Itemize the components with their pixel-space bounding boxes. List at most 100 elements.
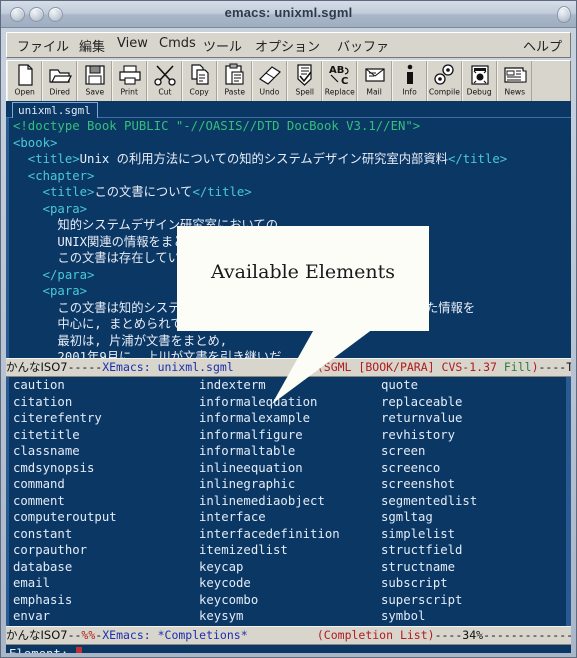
completion-item[interactable]: classname	[13, 443, 199, 460]
toolbar-label: Copy	[189, 88, 210, 97]
completion-row: email keycode subscript	[13, 575, 571, 592]
completion-item[interactable]: keycap	[199, 559, 381, 576]
toolbar-label: Mail	[366, 88, 383, 97]
completion-item[interactable]: keysym	[199, 608, 381, 625]
toolbar-label: Compile	[428, 88, 461, 97]
toolbar-button-undo[interactable]: Undo	[252, 61, 287, 102]
completion-item[interactable]: replaceable	[381, 394, 571, 411]
completion-row: caution indexterm quote	[13, 377, 571, 394]
completion-item[interactable]: inlinegraphic	[199, 476, 381, 493]
completion-item[interactable]: quote	[381, 377, 571, 394]
menu-item-view[interactable]: View	[117, 36, 148, 51]
modeline-dashes: --	[67, 628, 82, 642]
toolbar-button-open[interactable]: Open	[7, 61, 42, 102]
completion-item[interactable]: corpauthor	[13, 542, 199, 559]
completion-row: constant interfacedefinition simplelist	[13, 526, 571, 543]
completion-item[interactable]: returnvalue	[381, 410, 571, 427]
completion-item[interactable]: citerefentry	[13, 410, 199, 427]
completion-item[interactable]: itemizedlist	[199, 542, 381, 559]
source-line: <book>	[13, 135, 58, 150]
completion-item[interactable]: indexterm	[199, 377, 381, 394]
toolbar-button-news[interactable]: News	[497, 61, 532, 102]
toolbar-button-save[interactable]: Save	[77, 61, 112, 102]
completion-item[interactable]: link	[199, 625, 381, 627]
menu-item-edit[interactable]: 編集	[79, 36, 105, 55]
source-line: 最初は, 片浦が文書をまとめ,	[13, 333, 228, 348]
toolbar-button-compile[interactable]: Compile	[427, 61, 462, 102]
completion-item[interactable]: comment	[13, 493, 199, 510]
toolbar-button-paste[interactable]: Paste	[217, 61, 252, 102]
completions-scrollbar[interactable]	[566, 377, 571, 626]
completion-item[interactable]: informalexample	[199, 410, 381, 427]
completion-item[interactable]: simplelist	[381, 526, 571, 543]
completion-item[interactable]: cmdsynopsis	[13, 460, 199, 477]
completion-item[interactable]: structname	[381, 559, 571, 576]
completion-item[interactable]: segmentedlist	[381, 493, 571, 510]
completion-item[interactable]: inlineequation	[199, 460, 381, 477]
menu-item-buffers[interactable]: バッファ	[337, 36, 389, 55]
toolbar-button-info[interactable]: Info	[392, 61, 427, 102]
completion-item[interactable]: sgmltag	[381, 509, 571, 526]
completion-item[interactable]: interface	[199, 509, 381, 526]
completion-item[interactable]: computeroutput	[13, 509, 199, 526]
completion-item[interactable]: emphasis	[13, 592, 199, 609]
completions-left-fringe	[6, 377, 9, 626]
completion-item[interactable]: synopsis	[381, 625, 571, 627]
completion-item[interactable]: inlinemediaobject	[199, 493, 381, 510]
modeline-context: [BOOK/PARA]	[358, 360, 435, 374]
completion-item[interactable]: screen	[381, 443, 571, 460]
minibuffer[interactable]: Element:	[6, 645, 571, 653]
completion-item[interactable]: structfield	[381, 542, 571, 559]
menu-item-file[interactable]: ファイル	[17, 36, 69, 55]
source-line: <para>	[13, 201, 88, 216]
toolbar-button-dired[interactable]: Dired	[42, 61, 77, 102]
menu-item-help[interactable]: ヘルプ	[523, 36, 562, 55]
toolbar-button-replace[interactable]: AB C Replace	[322, 61, 357, 102]
menu-item-cmds[interactable]: Cmds	[159, 36, 196, 51]
completion-row: computeroutput interface sgmltag	[13, 509, 571, 526]
left-fringe	[6, 118, 9, 358]
copy-pages-icon	[187, 63, 213, 87]
printer-icon	[117, 63, 143, 87]
toolbar-button-spell[interactable]: Spell	[287, 61, 322, 102]
completion-item[interactable]: symbol	[381, 608, 571, 625]
completion-item[interactable]: informaltable	[199, 443, 381, 460]
completion-row: corpauthor itemizedlist structfield	[13, 542, 571, 559]
toolbar-button-mail[interactable]: Mail	[357, 61, 392, 102]
completions-window[interactable]: caution indexterm quote citation informalequ…	[6, 377, 571, 626]
mode-line-source-buffer[interactable]: かんなISO7-----XEmacs: unixml.sgml (SGML [B…	[6, 358, 571, 377]
title-bar: emacs: unixml.sgml	[1, 1, 576, 28]
completion-item[interactable]: database	[13, 559, 199, 576]
completion-item[interactable]: interfacedefinition	[199, 526, 381, 543]
toolbar-button-cut[interactable]: Cut	[147, 61, 182, 102]
modeline-buffer-name: XEmacs: *Completions*	[102, 628, 248, 642]
completion-item[interactable]: screenco	[381, 460, 571, 477]
completion-item[interactable]: caution	[13, 377, 199, 394]
menu-item-tools[interactable]: ツール	[203, 36, 242, 55]
completion-item[interactable]: subscript	[381, 575, 571, 592]
completion-item[interactable]: informalequation	[199, 394, 381, 411]
toolbar-button-copy[interactable]: Copy	[182, 61, 217, 102]
buffer-tab-unixml-sgml[interactable]: unixml.sgml	[12, 102, 98, 118]
completion-row: classname informaltable screen	[13, 443, 571, 460]
modeline-tail: --------------	[483, 628, 571, 642]
completion-item[interactable]: constant	[13, 526, 199, 543]
completion-item[interactable]: envar	[13, 608, 199, 625]
toolbar-button-debug[interactable]: Debug	[462, 61, 497, 102]
completion-item[interactable]: revhistory	[381, 427, 571, 444]
completion-item[interactable]: citetitle	[13, 427, 199, 444]
menu-item-options[interactable]: オプション	[255, 36, 320, 55]
completion-item[interactable]: email	[13, 575, 199, 592]
completion-item[interactable]: keycombo	[199, 592, 381, 609]
completion-item[interactable]: keycode	[199, 575, 381, 592]
completion-item[interactable]: informalfigure	[199, 427, 381, 444]
completion-item[interactable]: citation	[13, 394, 199, 411]
mode-line-completions[interactable]: かんなISO7--%%-XEmacs: *Completions* (Compl…	[6, 626, 571, 645]
completion-item[interactable]: equation	[13, 625, 199, 627]
completion-item[interactable]: command	[13, 476, 199, 493]
source-line: <!doctype Book PUBLIC "-//OASIS//DTD Doc…	[13, 119, 421, 133]
completion-item[interactable]: screenshot	[381, 476, 571, 493]
completion-item[interactable]: superscript	[381, 592, 571, 609]
toolbar-button-print[interactable]: Print	[112, 61, 147, 102]
modeline-major-mode: SGML	[323, 360, 352, 374]
